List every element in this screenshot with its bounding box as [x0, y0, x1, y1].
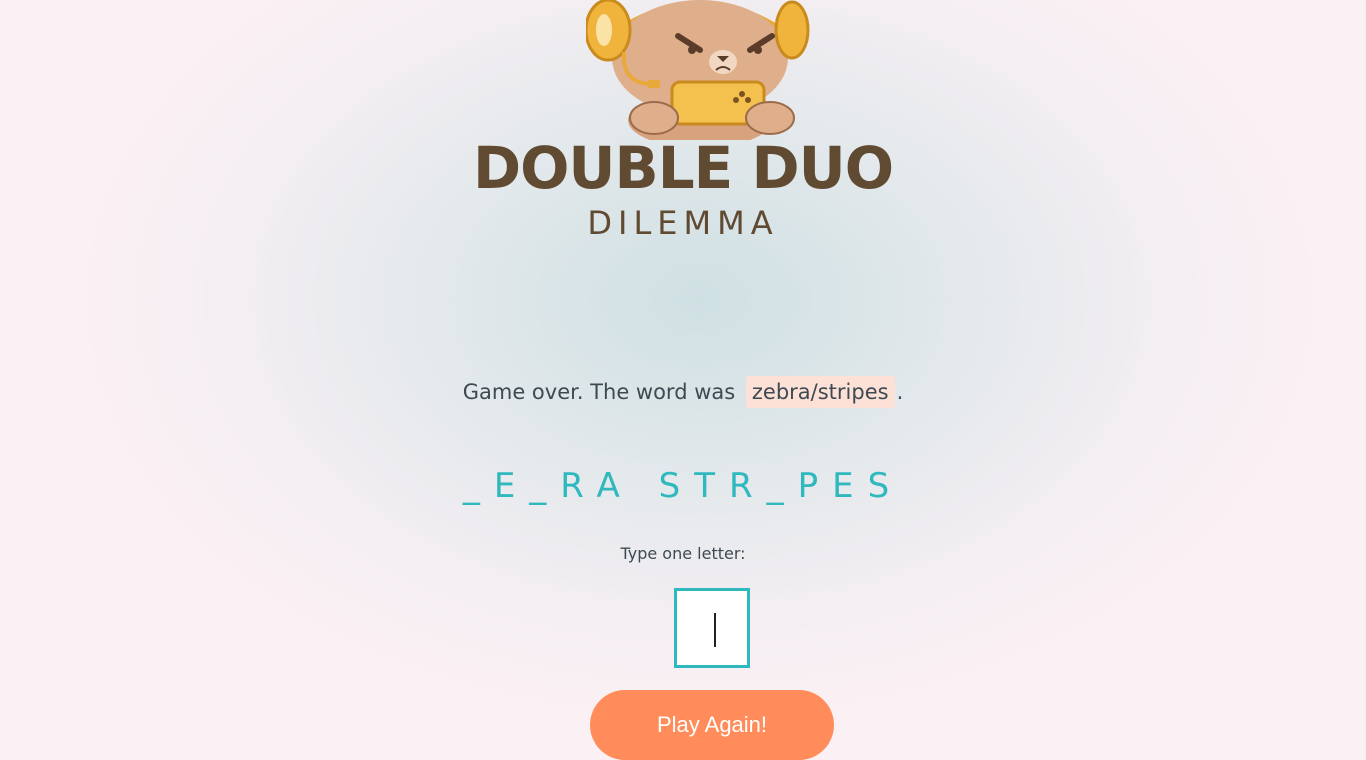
- play-again-button[interactable]: Play Again!: [590, 690, 834, 760]
- letter-input[interactable]: [674, 588, 750, 668]
- bear-gamer-icon: [586, 0, 810, 140]
- game-subtitle: DILEMMA: [587, 204, 779, 242]
- answer-word: zebra/stripes: [745, 376, 895, 408]
- game-title: DOUBLE DUO: [472, 134, 894, 202]
- letter-prompt: Type one letter:: [620, 544, 746, 563]
- text-caret: [714, 613, 716, 647]
- status-suffix: .: [896, 380, 904, 404]
- game-over-message: Game over. The word was zebra/stripes.: [0, 376, 1366, 408]
- status-prefix: Game over. The word was: [462, 380, 736, 404]
- word-progress: _E_RA STR_PES: [462, 466, 904, 506]
